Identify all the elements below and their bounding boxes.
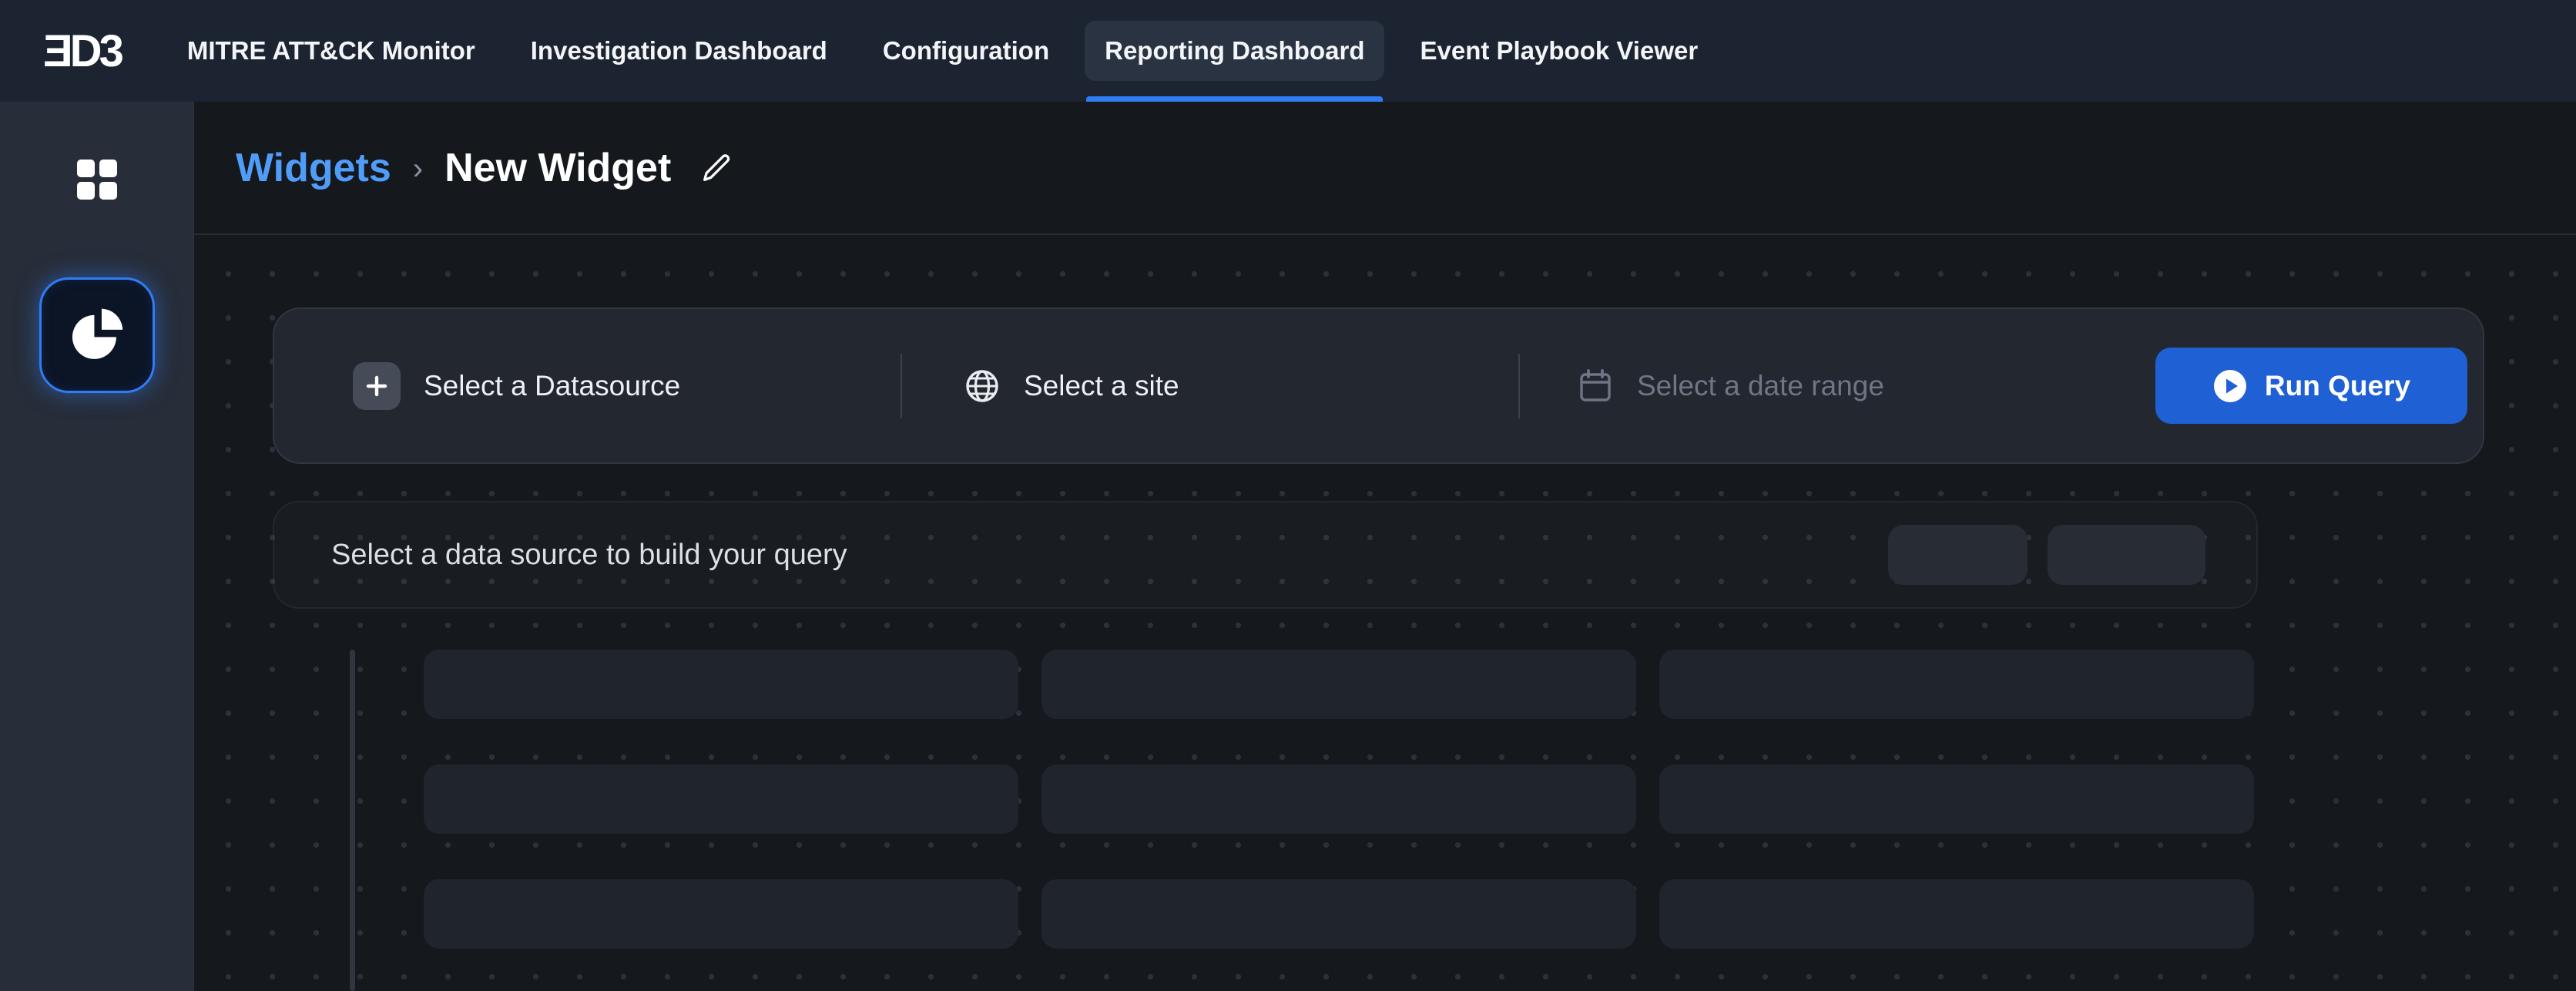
skeleton-field — [1659, 764, 2254, 834]
breadcrumb-separator: › — [413, 149, 423, 186]
date-range-selector[interactable]: Select a date range — [1520, 368, 2155, 405]
query-bar: Select a Datasource Select a site — [273, 307, 2484, 464]
top-nav: ƎD3 MITRE ATT&CK Monitor Investigation D… — [0, 0, 2576, 102]
datasource-selector[interactable]: Select a Datasource — [274, 362, 901, 410]
skeleton-pill — [1888, 525, 2028, 585]
date-range-selector-label: Select a date range — [1637, 370, 1884, 402]
pencil-icon — [699, 150, 734, 186]
skeleton-field — [1041, 650, 1636, 719]
nav-item-mitre-attck-monitor[interactable]: MITRE ATT&CK Monitor — [167, 0, 495, 102]
datasource-selector-label: Select a Datasource — [424, 370, 680, 402]
skeleton-pill-group — [1888, 525, 2205, 585]
sidebar — [0, 102, 194, 991]
skeleton-field — [424, 764, 1018, 834]
builder-left-rule — [350, 650, 355, 991]
skeleton-grid — [424, 650, 2254, 991]
globe-icon — [964, 368, 1001, 405]
nav-item-label: MITRE ATT&CK Monitor — [167, 21, 495, 81]
nav-item-reporting-dashboard[interactable]: Reporting Dashboard — [1085, 0, 1384, 102]
plus-icon — [353, 362, 401, 410]
nav-item-label: Investigation Dashboard — [511, 21, 847, 81]
main-area: Widgets › New Widget — [194, 102, 2576, 991]
breadcrumb: Widgets › New Widget — [194, 102, 2576, 235]
calendar-icon — [1577, 368, 1614, 405]
sidebar-item-dashboards[interactable] — [70, 153, 124, 207]
sidebar-item-widgets[interactable] — [39, 277, 155, 393]
app-window: ƎD3 MITRE ATT&CK Monitor Investigation D… — [0, 0, 2576, 991]
nav-item-label: Configuration — [863, 21, 1069, 81]
d3-logo-text: ƎD3 — [43, 25, 121, 77]
skeleton-field — [424, 650, 1018, 719]
dashboard-grid-icon — [72, 155, 122, 204]
body-row: Widgets › New Widget — [0, 102, 2576, 991]
empty-state-message: Select a data source to build your query — [331, 539, 847, 572]
nav-item-investigation-dashboard[interactable]: Investigation Dashboard — [511, 0, 847, 102]
nav-item-event-playbook-viewer[interactable]: Event Playbook Viewer — [1400, 0, 1718, 102]
widget-builder-canvas: Select a Datasource Select a site — [194, 235, 2576, 991]
skeleton-field — [1041, 879, 1636, 949]
site-selector-label: Select a site — [1024, 370, 1179, 402]
breadcrumb-widgets-link[interactable]: Widgets — [236, 145, 391, 191]
query-builder-skeleton — [273, 650, 2576, 991]
site-selector[interactable]: Select a site — [902, 368, 1518, 405]
query-builder-empty-panel: Select a data source to build your query — [273, 501, 2258, 609]
skeleton-field — [1659, 879, 2254, 949]
d3-logo[interactable]: ƎD3 — [43, 0, 121, 102]
skeleton-field — [1659, 650, 2254, 719]
play-circle-icon — [2212, 368, 2248, 404]
skeleton-pill — [2048, 525, 2205, 585]
nav-item-label: Event Playbook Viewer — [1400, 21, 1718, 81]
run-query-label: Run Query — [2265, 370, 2410, 402]
nav-item-label: Reporting Dashboard — [1085, 21, 1384, 81]
page-title: New Widget — [444, 145, 671, 191]
nav-item-configuration[interactable]: Configuration — [863, 0, 1069, 102]
run-query-button[interactable]: Run Query — [2155, 348, 2467, 424]
pie-chart-icon — [68, 306, 126, 364]
skeleton-field — [424, 879, 1018, 949]
edit-title-button[interactable] — [699, 150, 734, 186]
skeleton-field — [1041, 764, 1636, 834]
